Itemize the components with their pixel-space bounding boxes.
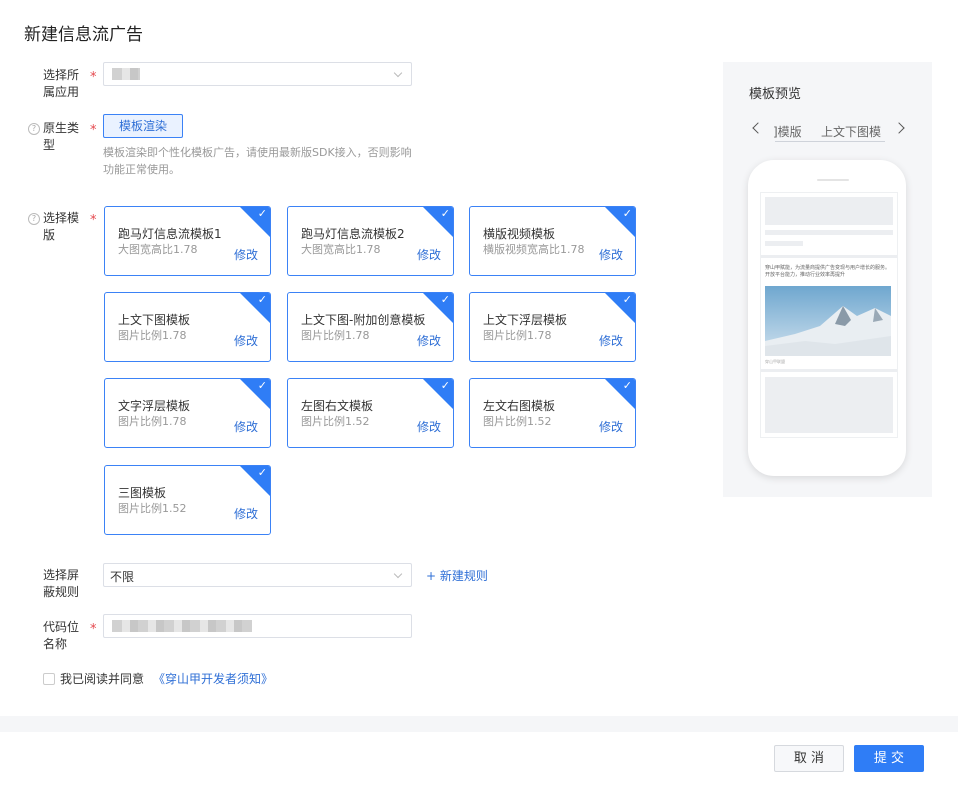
template-card[interactable]: ✓ 上文下图-附加创意模板 图片比例1.78 修改: [287, 292, 454, 362]
edit-template-link[interactable]: 修改: [599, 418, 623, 435]
help-icon[interactable]: ?: [28, 213, 40, 225]
edit-template-link[interactable]: 修改: [599, 332, 623, 349]
placeholder-line: [765, 241, 803, 246]
template-ratio: 大图宽高比1.78: [118, 243, 198, 256]
block-rule-value: 不限: [110, 570, 135, 584]
check-icon: ✓: [440, 293, 450, 306]
phone-screen: 穿山甲赋能，为流量商提供广告变现与用户增长的服务。开放平台能力，推动行业效率再提…: [760, 192, 898, 438]
template-label: 选择模 版: [43, 211, 80, 242]
preview-tab-current[interactable]: 上文下图模: [821, 123, 881, 140]
placeholder-block: [765, 377, 893, 433]
edit-template-link[interactable]: 修改: [234, 505, 258, 522]
slot-name-input[interactable]: [103, 614, 412, 638]
placeholder-line: [765, 230, 893, 235]
template-ratio: 大图宽高比1.78: [301, 243, 381, 256]
template-card[interactable]: ✓ 跑马灯信息流模板1 大图宽高比1.78 修改: [104, 206, 271, 276]
chevron-left-icon[interactable]: [752, 122, 764, 134]
template-card[interactable]: ✓ 上文下图模板 图片比例1.78 修改: [104, 292, 271, 362]
template-ratio: 图片比例1.78: [118, 415, 187, 428]
check-icon: ✓: [622, 293, 632, 306]
required-mark: *: [90, 622, 97, 637]
edit-template-link[interactable]: 修改: [234, 332, 258, 349]
template-card[interactable]: ✓ 左文右图模板 图片比例1.52 修改: [469, 378, 636, 448]
template-name: 上文下图-附加创意模板: [301, 313, 426, 327]
placeholder-block: [765, 197, 893, 225]
submit-button[interactable]: 提 交: [854, 745, 924, 772]
edit-template-link[interactable]: 修改: [234, 418, 258, 435]
check-icon: ✓: [622, 379, 632, 392]
app-field-label: 选择所 属应用: [43, 68, 80, 99]
check-icon: ✓: [257, 379, 267, 392]
divider: [761, 255, 897, 258]
template-ratio: 图片比例1.52: [483, 415, 552, 428]
edit-template-link[interactable]: 修改: [417, 246, 441, 263]
app-value-redacted: [112, 68, 140, 80]
slot-name-label: 代码位 名称: [43, 620, 80, 651]
feed-ad-image: [765, 286, 891, 356]
template-ratio: 横版视频宽高比1.78: [483, 243, 585, 256]
template-ratio: 图片比例1.78: [118, 329, 187, 342]
template-name: 左文右图模板: [483, 399, 556, 413]
divider: [761, 369, 897, 372]
check-icon: ✓: [440, 379, 450, 392]
block-rule-select[interactable]: 不限: [103, 563, 412, 587]
template-card[interactable]: ✓ 文字浮层模板 图片比例1.78 修改: [104, 378, 271, 448]
page-title: 新建信息流广告: [24, 25, 143, 45]
preview-tab-prev[interactable]: ]模版: [773, 123, 802, 140]
template-preview-panel: 模板预览 ]模版 上文下图模 穿山甲赋能，为流量商提供广告变现与用户增长的服务。…: [723, 62, 932, 497]
phone-speaker: [817, 179, 849, 181]
help-icon[interactable]: ?: [28, 123, 40, 135]
template-name: 文字浮层模板: [118, 399, 191, 413]
app-select[interactable]: [103, 62, 412, 86]
cancel-button[interactable]: 取 消: [774, 745, 844, 772]
feed-ad-text: 穿山甲赋能，为流量商提供广告变现与用户增长的服务。开放平台能力，推动行业效率再提…: [765, 265, 891, 278]
preview-tab-underline: [775, 141, 885, 142]
check-icon: ✓: [440, 207, 450, 220]
template-name: 三图模板: [118, 486, 167, 500]
check-icon: ✓: [622, 207, 632, 220]
check-icon: ✓: [257, 207, 267, 220]
required-mark: *: [90, 70, 97, 85]
mountain-image: [765, 286, 891, 356]
check-icon: ✓: [257, 466, 267, 479]
footer-divider: [0, 716, 958, 732]
template-card[interactable]: ✓ 三图模板图片比例1.52 修改: [104, 465, 271, 535]
template-ratio: 图片比例1.52: [301, 415, 370, 428]
feed-ad-source: 穿山甲联盟: [765, 359, 785, 364]
chevron-right-icon[interactable]: [893, 122, 905, 134]
block-rule-label: 选择屏 蔽规则: [43, 568, 80, 599]
edit-template-link[interactable]: 修改: [234, 246, 258, 263]
developer-terms-link[interactable]: 《穿山甲开发者须知》: [153, 670, 273, 687]
preview-title: 模板预览: [749, 87, 802, 102]
template-card[interactable]: ✓ 横版视频模板横版视频宽高比1.78 修改: [469, 206, 636, 276]
template-ratio: 图片比例1.52: [118, 502, 187, 515]
edit-template-link[interactable]: 修改: [599, 246, 623, 263]
agreement-text: 我已阅读并同意: [60, 672, 145, 686]
template-card[interactable]: ✓ 跑马灯信息流模板2 大图宽高比1.78 修改: [287, 206, 454, 276]
native-type-label: 原生类 型: [43, 121, 80, 152]
check-icon: ✓: [257, 293, 267, 306]
edit-template-link[interactable]: 修改: [417, 332, 441, 349]
template-ratio: 图片比例1.78: [483, 329, 552, 342]
agreement-checkbox[interactable]: [43, 673, 55, 685]
edit-template-link[interactable]: 修改: [417, 418, 441, 435]
phone-mockup: 穿山甲赋能，为流量商提供广告变现与用户增长的服务。开放平台能力，推动行业效率再提…: [748, 160, 906, 476]
template-name: 横版视频模板: [483, 227, 556, 241]
template-name: 左图右文模板: [301, 399, 374, 413]
template-ratio: 图片比例1.78: [301, 329, 370, 342]
slot-name-redacted: [112, 620, 252, 632]
template-name: 上文下浮层模板: [483, 313, 568, 327]
add-rule-link[interactable]: + 新建规则: [426, 567, 488, 584]
template-card[interactable]: ✓ 左图右文模板 图片比例1.52 修改: [287, 378, 454, 448]
template-card[interactable]: ✓ 上文下浮层模板 图片比例1.78 修改: [469, 292, 636, 362]
template-name: 跑马灯信息流模板2: [301, 227, 405, 241]
native-type-hint: 模板渲染即个性化模板广告，请使用最新版SDK接入，否则影响功能正常使用。: [103, 146, 412, 176]
required-mark: *: [90, 213, 97, 228]
required-mark: *: [90, 123, 97, 138]
template-render-button[interactable]: 模板渲染: [103, 114, 183, 138]
chevron-down-icon: [393, 68, 403, 78]
template-name: 跑马灯信息流模板1: [118, 227, 222, 241]
chevron-down-icon: [393, 569, 403, 579]
template-name: 上文下图模板: [118, 313, 191, 327]
